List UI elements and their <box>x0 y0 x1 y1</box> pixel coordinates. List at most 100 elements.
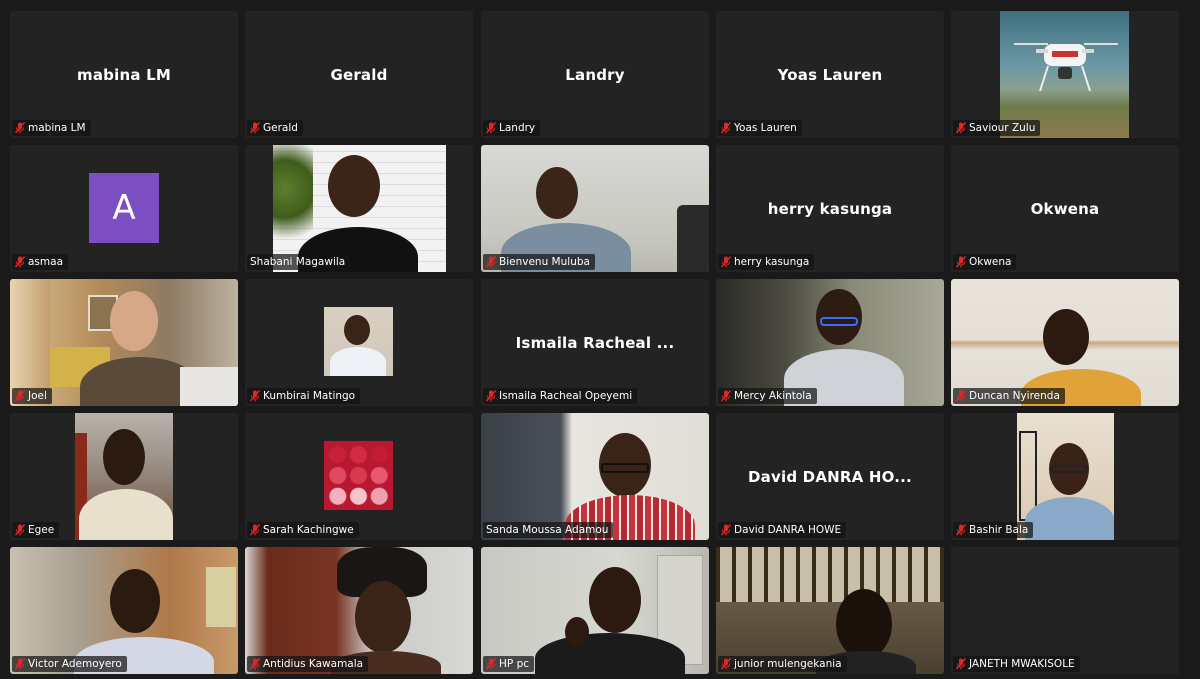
participant-name-label: Saviour Zulu <box>953 120 1041 136</box>
participant-tile[interactable]: mabina LM mabina LM <box>10 11 238 138</box>
muted-mic-icon <box>956 524 966 536</box>
participant-name: Okwena <box>969 256 1012 268</box>
participant-tile[interactable]: Shabani Magawila <box>245 145 473 272</box>
participant-video <box>245 547 473 674</box>
muted-mic-icon <box>956 122 966 134</box>
participant-display-name: Ismaila Racheal ... <box>515 333 675 352</box>
participant-display-name: herry kasunga <box>767 199 893 218</box>
participant-video <box>1000 11 1129 138</box>
participant-tile[interactable]: Duncan Nyirenda <box>951 279 1179 406</box>
participant-name-label: Gerald <box>247 120 303 136</box>
participant-tile[interactable]: Ismaila Racheal ... Ismaila Racheal Opey… <box>481 279 709 406</box>
participant-tile[interactable]: JANETH MWAKISOLE <box>951 547 1179 674</box>
muted-mic-icon <box>721 658 731 670</box>
participant-name: herry kasunga <box>734 256 810 268</box>
participant-display-name: mabina LM <box>77 65 171 84</box>
participant-tile[interactable]: junior mulengekania <box>716 547 944 674</box>
participant-name-label: Bashir Bala <box>953 522 1034 538</box>
participant-name-label: Landry <box>483 120 541 136</box>
participant-name: Bashir Bala <box>969 524 1029 536</box>
participant-name: Landry <box>499 122 536 134</box>
muted-mic-icon <box>15 658 25 670</box>
muted-mic-icon <box>15 256 25 268</box>
participant-tile[interactable]: A asmaa <box>10 145 238 272</box>
participant-name: Gerald <box>263 122 298 134</box>
participant-name-label: asmaa <box>12 254 69 270</box>
participant-name-label: Duncan Nyirenda <box>953 388 1065 404</box>
participant-tile[interactable]: Bashir Bala <box>951 413 1179 540</box>
participant-name-label: junior mulengekania <box>718 656 847 672</box>
participant-video <box>10 547 238 674</box>
participant-name-label: Bienvenu Muluba <box>483 254 595 270</box>
participant-name-label: Victor Ademoyero <box>12 656 127 672</box>
drone-image <box>1014 43 1118 92</box>
participant-name: David DANRA HOWE <box>734 524 842 536</box>
participant-name-label: Ismaila Racheal Opeyemi <box>483 388 638 404</box>
participant-name-label: JANETH MWAKISOLE <box>953 656 1080 672</box>
participant-tile[interactable]: Bienvenu Muluba <box>481 145 709 272</box>
participant-name-label: Mercy Akintola <box>718 388 817 404</box>
participant-tile[interactable]: Okwena Okwena <box>951 145 1179 272</box>
muted-mic-icon <box>250 658 260 670</box>
participant-tile[interactable]: Antidius Kawamala <box>245 547 473 674</box>
participant-tile-active-speaker[interactable]: HP pc <box>481 547 709 674</box>
participant-tile[interactable]: Joel <box>10 279 238 406</box>
participant-name: Shabani Magawila <box>250 256 346 268</box>
participant-name-label: Okwena <box>953 254 1017 270</box>
participant-tile[interactable]: Egee <box>10 413 238 540</box>
participant-video <box>716 279 944 406</box>
participant-video <box>716 547 944 674</box>
participant-name: HP pc <box>499 658 530 670</box>
participant-tile[interactable]: Kumbirai Matingo <box>245 279 473 406</box>
participant-tile[interactable]: Yoas Lauren Yoas Lauren <box>716 11 944 138</box>
participant-tile[interactable]: David DANRA HO... David DANRA HOWE <box>716 413 944 540</box>
participant-name-label: herry kasunga <box>718 254 815 270</box>
participant-name-label: Egee <box>12 522 60 538</box>
participant-display-name: Yoas Lauren <box>777 65 883 84</box>
muted-mic-icon <box>15 390 25 402</box>
gallery-view: mabina LM mabina LM Gerald Gerald Landry… <box>0 0 1200 679</box>
profile-picture <box>324 307 393 376</box>
muted-mic-icon <box>721 256 731 268</box>
muted-mic-icon <box>486 658 496 670</box>
participant-video <box>1017 413 1114 540</box>
muted-mic-icon <box>956 658 966 670</box>
participant-tile[interactable]: Victor Ademoyero <box>10 547 238 674</box>
participant-tile[interactable]: Saviour Zulu <box>951 11 1179 138</box>
participant-video <box>481 413 709 540</box>
profile-picture-roses <box>324 441 393 510</box>
participant-name: asmaa <box>28 256 64 268</box>
participant-tile[interactable]: herry kasunga herry kasunga <box>716 145 944 272</box>
participant-video <box>273 145 446 272</box>
participant-name: mabina LM <box>28 122 86 134</box>
muted-mic-icon <box>956 390 966 402</box>
participant-video <box>951 279 1179 406</box>
participant-name: Kumbirai Matingo <box>263 390 356 402</box>
muted-mic-icon <box>956 256 966 268</box>
participant-name-label: Kumbirai Matingo <box>247 388 361 404</box>
muted-mic-icon <box>250 122 260 134</box>
participant-tile[interactable]: Sanda Moussa Adamou <box>481 413 709 540</box>
participant-name: Mercy Akintola <box>734 390 812 402</box>
participant-video <box>10 279 238 406</box>
participant-tile[interactable]: Sarah Kachingwe <box>245 413 473 540</box>
muted-mic-icon <box>486 390 496 402</box>
participant-tile[interactable]: Landry Landry <box>481 11 709 138</box>
participant-name: Egee <box>28 524 55 536</box>
muted-mic-icon <box>15 122 25 134</box>
participant-tile[interactable]: Gerald Gerald <box>245 11 473 138</box>
muted-mic-icon <box>721 122 731 134</box>
muted-mic-icon <box>721 524 731 536</box>
avatar: A <box>89 173 159 243</box>
muted-mic-icon <box>15 524 25 536</box>
muted-mic-icon <box>486 122 496 134</box>
muted-mic-icon <box>250 390 260 402</box>
participant-display-name: Landry <box>565 65 625 84</box>
participant-tile[interactable]: Mercy Akintola <box>716 279 944 406</box>
participant-name: Sanda Moussa Adamou <box>486 524 609 536</box>
participant-display-name: Okwena <box>1030 199 1100 218</box>
participant-display-name: Gerald <box>330 65 388 84</box>
participant-name-label: Joel <box>12 388 52 404</box>
participant-video <box>75 413 173 540</box>
participant-video <box>481 547 709 674</box>
